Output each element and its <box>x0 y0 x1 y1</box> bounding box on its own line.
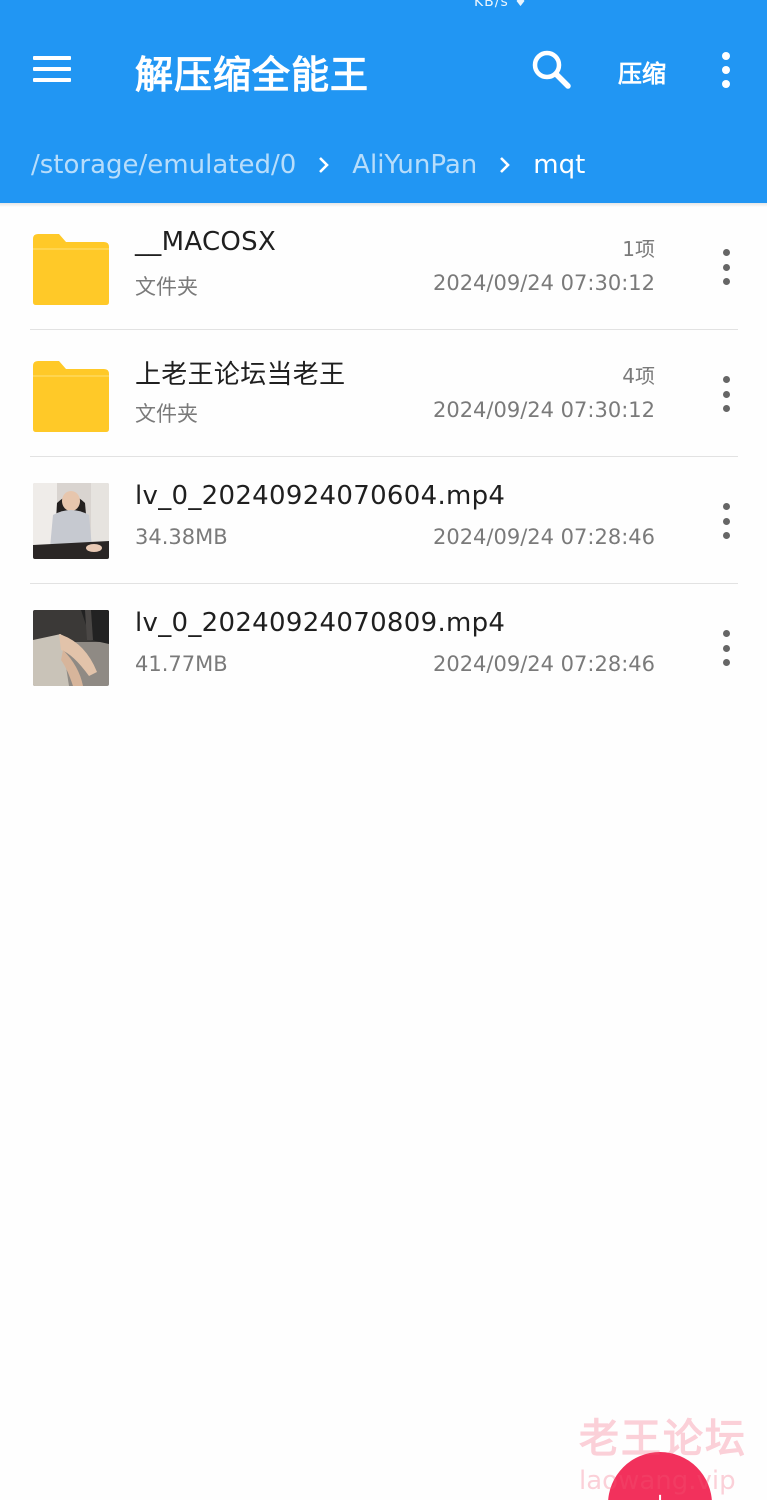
breadcrumb: /storage/emulated/0 AliYunPan mqt <box>31 146 585 184</box>
app-screen: KB/s ♦ 解压缩全能王 压缩 /storage/emulated/0 Ali… <box>0 0 767 1500</box>
item-count: 1项 <box>622 237 655 261</box>
file-kind: 文件夹 <box>135 402 198 426</box>
breadcrumb-item-aliyunpan[interactable]: AliYunPan <box>352 150 477 180</box>
folder-icon <box>33 361 109 432</box>
file-row-folder[interactable]: 上老王论坛当老王 文件夹 4项 2024/09/24 07:30:12 <box>0 330 767 457</box>
breadcrumb-item-storage[interactable]: /storage/emulated/0 <box>31 150 296 180</box>
file-name: lv_0_20240924070809.mp4 <box>135 608 506 638</box>
app-bar: KB/s ♦ 解压缩全能王 压缩 /storage/emulated/0 Ali… <box>0 0 767 203</box>
chevron-right-icon <box>477 146 533 184</box>
file-row-video[interactable]: lv_0_20240924070604.mp4 34.38MB 2024/09/… <box>0 457 767 584</box>
file-kind: 文件夹 <box>135 275 198 299</box>
more-vert-icon[interactable] <box>716 52 736 88</box>
folder-icon <box>33 234 109 305</box>
modified-date: 2024/09/24 07:30:12 <box>432 271 655 295</box>
add-fab-button[interactable]: + <box>608 1452 712 1500</box>
modified-date: 2024/09/24 07:30:12 <box>432 398 655 422</box>
file-size: 41.77MB <box>135 652 228 676</box>
app-title: 解压缩全能王 <box>135 53 370 97</box>
video-thumbnail <box>33 610 109 686</box>
modified-date: 2024/09/24 07:28:46 <box>432 652 655 676</box>
file-list: __MACOSX 文件夹 1项 2024/09/24 07:30:12 上老王论… <box>0 203 767 711</box>
file-name: 上老王论坛当老王 <box>135 360 346 390</box>
more-vert-icon[interactable] <box>716 376 736 412</box>
modified-date: 2024/09/24 07:28:46 <box>432 525 655 549</box>
status-bar-fragment: KB/s ♦ <box>474 0 528 10</box>
item-count: 4项 <box>622 364 655 388</box>
breadcrumb-item-current[interactable]: mqt <box>533 150 585 180</box>
file-row-folder[interactable]: __MACOSX 文件夹 1项 2024/09/24 07:30:12 <box>0 203 767 330</box>
file-name: __MACOSX <box>135 227 277 257</box>
file-size: 34.38MB <box>135 525 228 549</box>
file-row-video[interactable]: lv_0_20240924070809.mp4 41.77MB 2024/09/… <box>0 584 767 711</box>
more-vert-icon[interactable] <box>716 503 736 539</box>
video-thumbnail <box>33 483 109 559</box>
chevron-right-icon <box>296 146 352 184</box>
more-vert-icon[interactable] <box>716 249 736 285</box>
file-name: lv_0_20240924070604.mp4 <box>135 481 506 511</box>
compress-button[interactable]: 压缩 <box>618 54 666 89</box>
more-vert-icon[interactable] <box>716 630 736 666</box>
search-icon[interactable] <box>529 47 573 91</box>
add-icon: + <box>650 1488 670 1500</box>
menu-icon[interactable] <box>33 52 71 86</box>
